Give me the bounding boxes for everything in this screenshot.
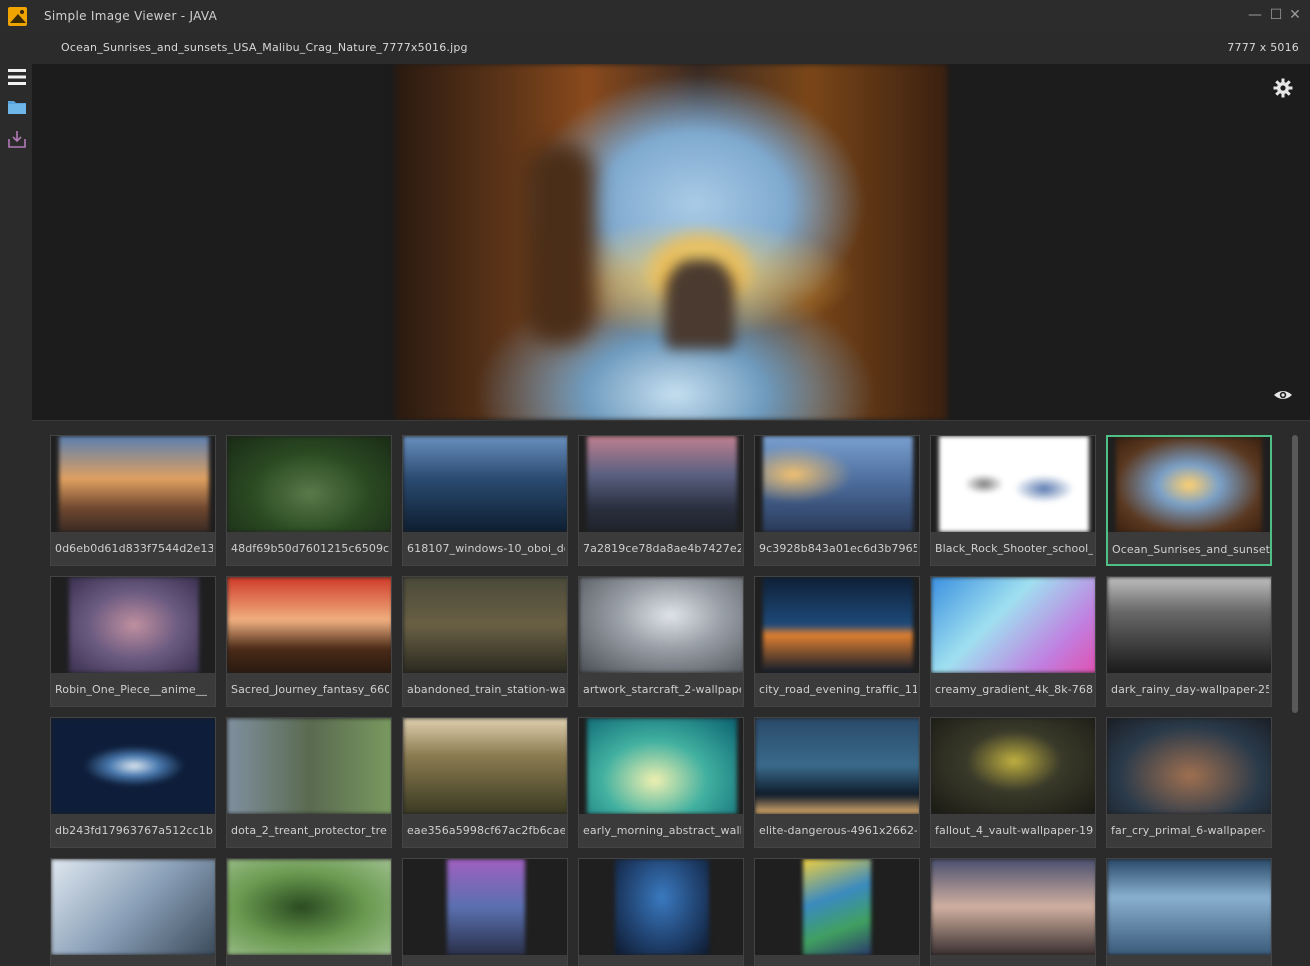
- thumbnail-card[interactable]: 7a2819ce78da8ae4b7427e29887: [578, 435, 744, 566]
- thumbnail-card[interactable]: elite-dangerous-4961x2662-gar: [754, 717, 920, 848]
- thumbnail-image: [579, 718, 743, 814]
- image-preview: [32, 64, 1310, 420]
- sidebar: [0, 32, 32, 966]
- maximize-button[interactable]: ☐: [1268, 7, 1284, 23]
- minimize-button[interactable]: —: [1247, 7, 1263, 23]
- thumbnail-image: [579, 577, 743, 673]
- thumbnail-image: [931, 718, 1095, 814]
- thumbnail-image: [931, 436, 1095, 532]
- thumbnail-image: [51, 718, 215, 814]
- thumbnail-gallery: 0d6eb0d61d833f7544d2e1385e 48df69b50d760…: [32, 420, 1310, 966]
- thumbnail-image: [51, 859, 215, 955]
- thumbnail-card[interactable]: abandoned_train_station-wallp: [402, 576, 568, 707]
- menu-icon[interactable]: [6, 66, 28, 88]
- thumbnail-card[interactable]: 618107_windows-10_oboi_doj: [402, 435, 568, 566]
- image-dimensions: 7777 x 5016: [1227, 41, 1299, 54]
- thumbnail-card[interactable]: [402, 858, 568, 966]
- thumbnail-card[interactable]: [226, 858, 392, 966]
- window-title: Simple Image Viewer - JAVA: [44, 9, 218, 23]
- thumbnail-image: [1107, 859, 1271, 955]
- eye-icon[interactable]: [1273, 385, 1293, 405]
- preview-image[interactable]: [395, 64, 947, 420]
- thumbnail-card[interactable]: Sacred_Journey_fantasy_660: [226, 576, 392, 707]
- thumbnail-card[interactable]: [754, 858, 920, 966]
- thumbnail-image: [403, 718, 567, 814]
- thumbnail-card[interactable]: fallout_4_vault-wallpaper-192: [930, 717, 1096, 848]
- thumbnail-card[interactable]: dota_2_treant_protector_tre: [226, 717, 392, 848]
- thumbnail-image: [755, 577, 919, 673]
- thumbnail-card[interactable]: [930, 858, 1096, 966]
- thumbnail-label: fallout_4_vault-wallpaper-192: [935, 824, 1093, 837]
- thumbnail-card[interactable]: Robin_One_Piece__anime__: [50, 576, 216, 707]
- download-icon[interactable]: [6, 128, 28, 150]
- app-logo-icon: [8, 7, 27, 26]
- thumbnail-card[interactable]: city_road_evening_traffic_11: [754, 576, 920, 707]
- thumbnail-label: 9c3928b843a01ec6d3b796583a: [759, 542, 917, 555]
- gear-icon[interactable]: [1273, 78, 1293, 98]
- thumbnail-image: [755, 718, 919, 814]
- thumbnail-label: early_morning_abstract_wallp: [583, 824, 741, 837]
- folder-icon[interactable]: [6, 96, 28, 118]
- thumbnail-image: [51, 436, 215, 532]
- thumbnail-label: eae356a5998cf67ac2fb6cae53: [407, 824, 565, 837]
- thumbnail-card-selected[interactable]: Ocean_Sunrises_and_sunsets_: [1106, 435, 1272, 566]
- thumbnail-label: 0d6eb0d61d833f7544d2e1385e: [55, 542, 213, 555]
- thumbnail-label: city_road_evening_traffic_11: [759, 683, 917, 696]
- thumbnail-label: dark_rainy_day-wallpaper-256: [1111, 683, 1269, 696]
- thumbnail-image: [51, 577, 215, 673]
- thumbnail-card[interactable]: 48df69b50d7601215c6509cb7b: [226, 435, 392, 566]
- thumbnail-card[interactable]: Black_Rock_Shooter_school_u: [930, 435, 1096, 566]
- thumbnail-card[interactable]: [578, 858, 744, 966]
- thumbnail-card[interactable]: 0d6eb0d61d833f7544d2e1385e: [50, 435, 216, 566]
- close-button[interactable]: ✕: [1287, 7, 1303, 23]
- info-bar: Ocean_Sunrises_and_sunsets_USA_Malibu_Cr…: [32, 32, 1310, 64]
- thumbnail-grid: 0d6eb0d61d833f7544d2e1385e 48df69b50d760…: [50, 435, 1274, 966]
- thumbnail-card[interactable]: artwork_starcraft_2-wallpape: [578, 576, 744, 707]
- thumbnail-image: [1108, 437, 1270, 532]
- thumbnail-image: [403, 577, 567, 673]
- thumbnail-image: [227, 577, 391, 673]
- thumbnail-card[interactable]: early_morning_abstract_wallp: [578, 717, 744, 848]
- thumbnail-label: far_cry_primal_6-wallpaper-: [1111, 824, 1266, 837]
- title-bar: Simple Image Viewer - JAVA — ☐ ✕: [0, 0, 1310, 32]
- thumbnail-label: Ocean_Sunrises_and_sunsets_: [1112, 543, 1270, 556]
- thumbnail-label: 618107_windows-10_oboi_doj: [407, 542, 565, 555]
- thumbnail-card[interactable]: 9c3928b843a01ec6d3b796583a: [754, 435, 920, 566]
- thumbnail-image: [755, 859, 919, 955]
- thumbnail-image: [403, 859, 567, 955]
- thumbnail-label: Robin_One_Piece__anime__: [55, 683, 207, 696]
- thumbnail-card[interactable]: [50, 858, 216, 966]
- thumbnail-card[interactable]: [1106, 858, 1272, 966]
- thumbnail-card[interactable]: far_cry_primal_6-wallpaper-: [1106, 717, 1272, 848]
- thumbnail-image: [755, 436, 919, 532]
- thumbnail-label: Black_Rock_Shooter_school_u: [935, 542, 1093, 555]
- thumbnail-image: [403, 436, 567, 532]
- thumbnail-card[interactable]: eae356a5998cf67ac2fb6cae53: [402, 717, 568, 848]
- thumbnail-label: dota_2_treant_protector_tre: [231, 824, 387, 837]
- thumbnail-image: [931, 577, 1095, 673]
- thumbnail-label: 48df69b50d7601215c6509cb7b: [231, 542, 389, 555]
- thumbnail-card[interactable]: dark_rainy_day-wallpaper-256: [1106, 576, 1272, 707]
- thumbnail-label: abandoned_train_station-wallp: [407, 683, 565, 696]
- thumbnail-label: creamy_gradient_4k_8k-7680: [935, 683, 1093, 696]
- thumbnail-card[interactable]: db243fd17963767a512cc1b1e56: [50, 717, 216, 848]
- thumbnail-label: elite-dangerous-4961x2662-gar: [759, 824, 917, 837]
- thumbnail-image: [1107, 718, 1271, 814]
- thumbnail-label: artwork_starcraft_2-wallpape: [583, 683, 741, 696]
- thumbnail-image: [1107, 577, 1271, 673]
- thumbnail-image: [579, 436, 743, 532]
- thumbnail-image: [931, 859, 1095, 955]
- thumbnail-image: [227, 436, 391, 532]
- thumbnail-image: [227, 718, 391, 814]
- gallery-scrollbar[interactable]: [1292, 435, 1298, 713]
- thumbnail-label: 7a2819ce78da8ae4b7427e29887: [583, 542, 741, 555]
- thumbnail-image: [579, 859, 743, 955]
- thumbnail-card[interactable]: creamy_gradient_4k_8k-7680: [930, 576, 1096, 707]
- thumbnail-image: [227, 859, 391, 955]
- thumbnail-label: Sacred_Journey_fantasy_660: [231, 683, 389, 696]
- current-filename: Ocean_Sunrises_and_sunsets_USA_Malibu_Cr…: [61, 41, 468, 54]
- thumbnail-label: db243fd17963767a512cc1b1e56: [55, 824, 213, 837]
